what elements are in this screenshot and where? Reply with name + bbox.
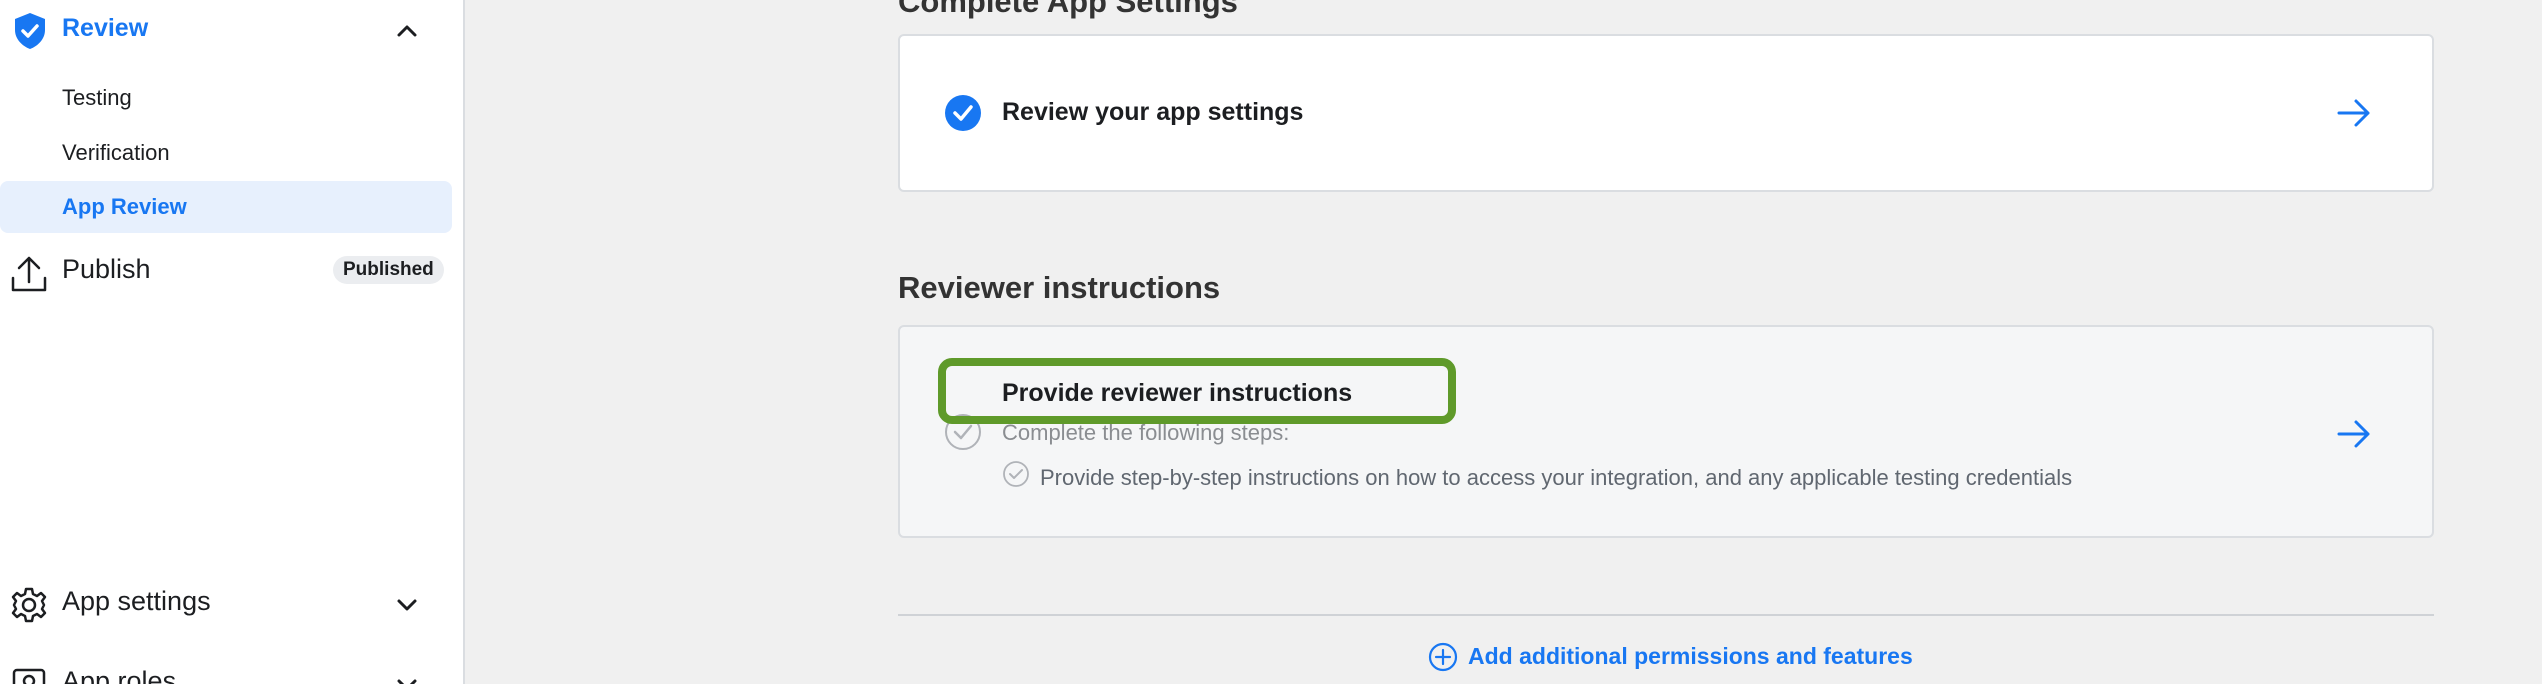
sidebar-item-testing[interactable]: Testing bbox=[0, 72, 452, 124]
sidebar-item-verification[interactable]: Verification bbox=[0, 127, 452, 179]
sidebar-item-review-label: Review bbox=[62, 14, 149, 42]
status-badge: Published bbox=[333, 256, 444, 284]
shield-check-icon bbox=[12, 12, 48, 55]
highlight-box bbox=[938, 358, 1456, 424]
sidebar: Review Testing Verification App Review P… bbox=[0, 0, 465, 684]
check-circle-icon bbox=[944, 94, 982, 137]
upload-icon bbox=[10, 254, 48, 299]
arrow-right-icon[interactable] bbox=[2336, 419, 2372, 454]
sidebar-item-review[interactable]: Review bbox=[0, 0, 462, 60]
plus-circle-icon bbox=[1428, 642, 1458, 677]
sidebar-item-app-roles[interactable]: App roles bbox=[0, 654, 452, 684]
arrow-right-icon[interactable] bbox=[2336, 98, 2372, 133]
chevron-down-icon[interactable] bbox=[395, 594, 419, 621]
review-settings-card[interactable]: Review your app settings bbox=[898, 34, 2434, 192]
roles-icon bbox=[10, 666, 48, 684]
sidebar-item-publish-label: Publish bbox=[62, 254, 151, 284]
sidebar-item-publish[interactable]: Publish Published bbox=[0, 242, 452, 298]
step-item: Provide step-by-step instructions on how… bbox=[1040, 465, 2073, 490]
sidebar-item-app-settings[interactable]: App settings bbox=[0, 574, 452, 630]
sidebar-item-app-roles-label: App roles bbox=[62, 666, 177, 684]
chevron-up-icon[interactable] bbox=[395, 20, 419, 47]
divider bbox=[898, 614, 2434, 616]
reviewer-instructions-title: Reviewer instructions bbox=[898, 270, 1221, 305]
complete-settings-title: Complete App Settings bbox=[898, 0, 1238, 19]
step-check-icon bbox=[1002, 460, 1030, 493]
add-permissions-label: Add additional permissions and features bbox=[1468, 643, 1913, 669]
card-title: Review your app settings bbox=[1002, 98, 1304, 126]
reviewer-instructions-card[interactable]: Provide reviewer instructions Complete t… bbox=[898, 325, 2434, 538]
gear-icon bbox=[10, 586, 48, 629]
sidebar-item-app-review[interactable]: App Review bbox=[0, 181, 452, 233]
chevron-down-icon[interactable] bbox=[395, 674, 419, 684]
sidebar-item-app-settings-label: App settings bbox=[62, 586, 211, 616]
